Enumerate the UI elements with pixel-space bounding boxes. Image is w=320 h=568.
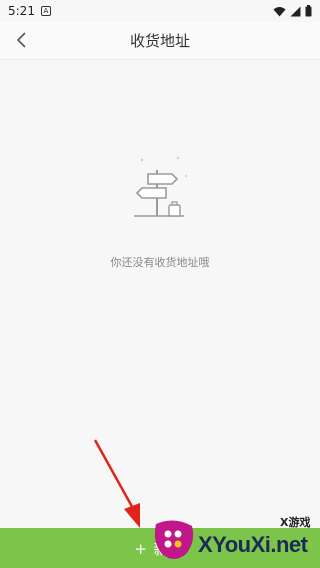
chevron-left-icon (16, 32, 26, 48)
empty-state: 你还没有收货地址哦 (0, 150, 320, 270)
watermark-small: X游戏 (280, 516, 311, 529)
wifi-icon (273, 6, 286, 16)
notification-icon: A (40, 6, 51, 16)
status-time: 5:21 (8, 4, 35, 18)
back-button[interactable] (10, 28, 34, 52)
page-title: 收货地址 (129, 32, 190, 50)
status-bar: 5:21 A (0, 0, 320, 22)
signpost-icon (134, 156, 187, 217)
red-arrow-annotation (93, 439, 140, 528)
battery-icon (305, 5, 312, 17)
status-icons (273, 5, 312, 17)
signal-icon (290, 6, 301, 16)
watermark: XYouXi.net X游戏 (150, 510, 320, 568)
empty-message: 你还没有收货地址哦 (110, 256, 210, 269)
gamepad-logo-icon (154, 520, 194, 559)
app-bar: 收货地址 (0, 22, 320, 60)
watermark-brand: XYouXi.net (198, 532, 308, 557)
